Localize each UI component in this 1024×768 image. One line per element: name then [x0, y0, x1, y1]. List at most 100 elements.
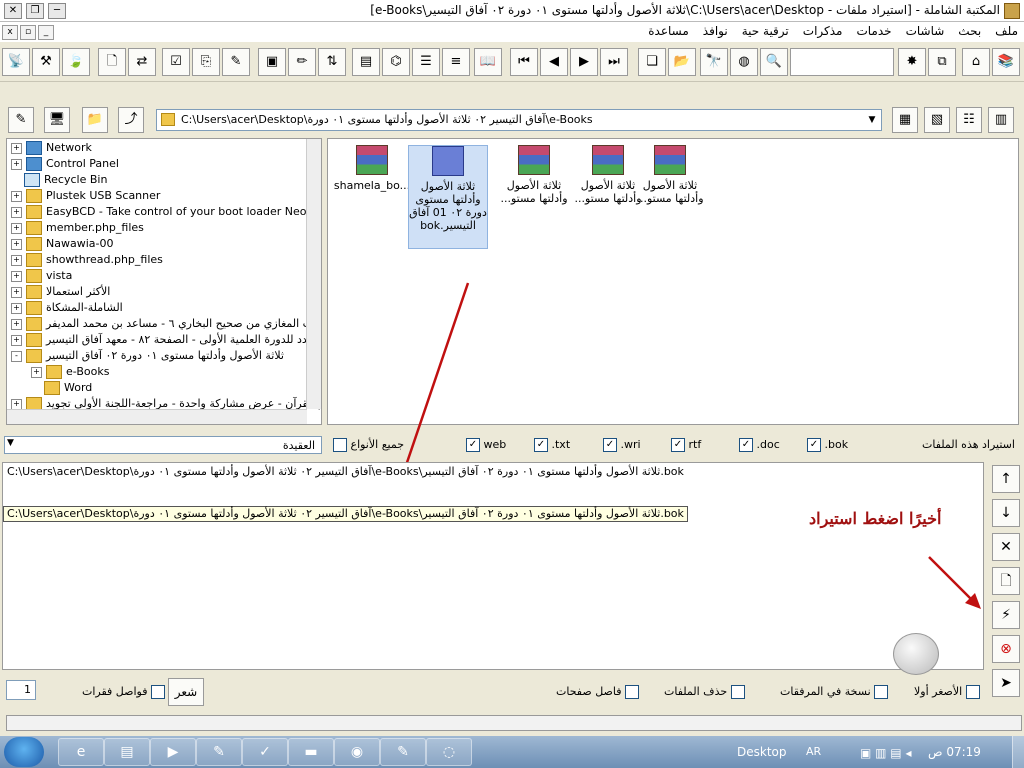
folder-open-icon[interactable]: 📁: [82, 107, 108, 133]
up-folder-icon[interactable]: ⤴: [118, 107, 144, 133]
show-desktop-button[interactable]: [1012, 736, 1024, 768]
expander[interactable]: +: [11, 142, 22, 154]
computer-icon[interactable]: 🖥: [44, 107, 70, 133]
prev-icon[interactable]: ◀: [540, 48, 568, 76]
tree-item[interactable]: + e-Books: [31, 364, 109, 380]
minimize-button[interactable]: ─: [48, 3, 66, 19]
explorer-icon[interactable]: ▤: [104, 738, 150, 766]
tree-item[interactable]: + vista: [11, 268, 72, 284]
move-down-button[interactable]: ↓: [992, 499, 1020, 527]
menu-services[interactable]: خدمات: [854, 24, 893, 38]
checkbox-box[interactable]: ✓: [466, 438, 480, 452]
page-separators-checkbox[interactable]: فاصل صفحات: [556, 685, 639, 699]
tray-icons[interactable]: ▣ ▥ ▤ ◂: [860, 746, 911, 760]
properties-icon[interactable]: ▤: [352, 48, 380, 76]
app-icon-2[interactable]: ✓: [242, 738, 288, 766]
expander[interactable]: +: [11, 398, 22, 410]
mdi-minimize-button[interactable]: _: [38, 25, 54, 40]
checkbox-box[interactable]: [965, 685, 980, 699]
checkbox-box[interactable]: [730, 685, 745, 699]
expander[interactable]: +: [11, 238, 22, 250]
expander[interactable]: +: [11, 286, 22, 298]
remove-button[interactable]: ✕: [992, 533, 1020, 561]
expander[interactable]: +: [11, 206, 22, 218]
tree-item[interactable]: + جدد للدورة العلمية الأولى - الصفحة ٨٢ -…: [11, 332, 314, 348]
clock[interactable]: 07:19 ص: [928, 745, 981, 759]
menu-search[interactable]: بحث: [956, 24, 983, 38]
checkbox-box[interactable]: ✓: [534, 438, 548, 452]
move-up-button[interactable]: ↑: [992, 465, 1020, 493]
file-view[interactable]: shamela_bo... ثلاثة الأصول وأدلتها مستوى…: [327, 138, 1019, 493]
view-large-icons-icon[interactable]: ▦: [892, 107, 918, 133]
expander[interactable]: +: [31, 366, 42, 378]
tree-item[interactable]: + EasyBCD - Take control of your boot loa…: [11, 204, 321, 220]
tree-horizontal-scrollbar[interactable]: [7, 409, 307, 424]
checkbox-box[interactable]: [874, 685, 889, 699]
checkbox-box[interactable]: [333, 438, 347, 452]
pencil-icon[interactable]: ✏: [288, 48, 316, 76]
expander[interactable]: +: [11, 254, 22, 266]
tree-vertical-scrollbar[interactable]: [306, 139, 321, 409]
menu-live-update[interactable]: ترقية حية: [740, 24, 791, 38]
view-list-icon[interactable]: ☷: [956, 107, 982, 133]
search-doc-icon[interactable]: 🔍: [760, 48, 788, 76]
copy-to-attachments-checkbox[interactable]: نسخة في المرفقات: [780, 685, 889, 699]
smallest-first-checkbox[interactable]: الأصغر أولا: [914, 685, 980, 699]
checkbox-box[interactable]: [625, 685, 639, 699]
tree-item[interactable]: + Plustek USB Scanner: [11, 188, 160, 204]
compare-icon[interactable]: ⇄: [128, 48, 156, 76]
text-align-icon[interactable]: ≡: [442, 48, 470, 76]
expander[interactable]: -: [11, 350, 22, 362]
tree-item[interactable]: Recycle Bin: [24, 172, 107, 188]
view-small-icons-icon[interactable]: ▧: [924, 107, 950, 133]
leaf-icon[interactable]: 🍃: [62, 48, 90, 76]
tree-item[interactable]: + Nawawia-00: [11, 236, 113, 252]
mdi-close-button[interactable]: x: [2, 25, 18, 40]
shamela-taskbar-icon[interactable]: ✎: [380, 738, 426, 766]
copy-icon[interactable]: ⎘: [192, 48, 220, 76]
type-txt-checkbox[interactable]: ✓ .txt: [534, 438, 570, 452]
desktop-toolbar-label[interactable]: Desktop: [737, 745, 787, 759]
folder-tree[interactable]: + Network + Control Panel Recycle Bin + Plu…: [6, 138, 322, 425]
checkbox-box[interactable]: ✓: [739, 438, 753, 452]
import-list[interactable]: C:\Users\acer\Desktop\آفاق التيسير ٠٢ ثل…: [2, 462, 984, 675]
cancel-button[interactable]: ⊗: [992, 635, 1020, 663]
expander[interactable]: +: [11, 158, 22, 170]
library-icon[interactable]: ⌂: [962, 48, 990, 76]
path-combobox[interactable]: C:\Users\acer\Desktop\آفاق التيسير ٠٢ ثل…: [156, 109, 882, 131]
menu-windows[interactable]: نوافذ: [701, 24, 730, 38]
ie-icon[interactable]: e: [58, 738, 104, 766]
tree-item[interactable]: + Control Panel: [11, 156, 119, 172]
file-item[interactable]: ثلاثة الأصول وأدلتها مستو...: [494, 145, 574, 245]
expander[interactable]: +: [11, 302, 22, 314]
chevron-down-icon[interactable]: ▼: [863, 110, 881, 130]
type-web-checkbox[interactable]: ✓ web: [466, 438, 506, 452]
tree-item[interactable]: + الأكثر استعمالا: [11, 284, 110, 300]
paragraph-separators-checkbox[interactable]: فواصل فقرات: [82, 685, 165, 699]
app-icon-4[interactable]: ◌: [426, 738, 472, 766]
binoculars-icon[interactable]: 🔭: [700, 48, 728, 76]
tree-item[interactable]: + Network: [11, 140, 92, 156]
tree-item[interactable]: + الشاملة-المشكاة: [11, 300, 123, 316]
all-types-checkbox[interactable]: جميع الأنواع: [333, 438, 404, 452]
number-input[interactable]: 1: [6, 680, 36, 700]
connect-icon[interactable]: 📡: [2, 48, 30, 76]
view-details-icon[interactable]: ▥: [988, 107, 1014, 133]
first-icon[interactable]: ⏮: [510, 48, 538, 76]
pages-icon[interactable]: ⧉: [928, 48, 956, 76]
tree-item[interactable]: + showthread.php_files: [11, 252, 163, 268]
expander[interactable]: +: [11, 190, 22, 202]
globe-search-icon[interactable]: ◍: [730, 48, 758, 76]
checkbox-box[interactable]: ✓: [807, 438, 821, 452]
poetry-button[interactable]: شعر: [168, 678, 204, 706]
type-bok-checkbox[interactable]: ✓ .bok: [807, 438, 848, 452]
tree-item[interactable]: + اب المغازي من صحيح البخاري ٦ - مساعد بن…: [11, 316, 316, 332]
menu-screens[interactable]: شاشات: [904, 24, 947, 38]
list-item[interactable]: C:\Users\acer\Desktop\آفاق التيسير ٠٢ ثل…: [7, 465, 684, 478]
tools-icon[interactable]: ⚒: [32, 48, 60, 76]
shelf-book-icon[interactable]: 📚: [992, 48, 1020, 76]
tree-item[interactable]: - ثلاثة الأصول وأدلتها مستوى ٠١ دورة ٠٢ آ…: [11, 348, 284, 364]
expander[interactable]: +: [11, 318, 22, 330]
edit-doc-icon[interactable]: ✎: [222, 48, 250, 76]
firefox-icon[interactable]: ◉: [334, 738, 380, 766]
